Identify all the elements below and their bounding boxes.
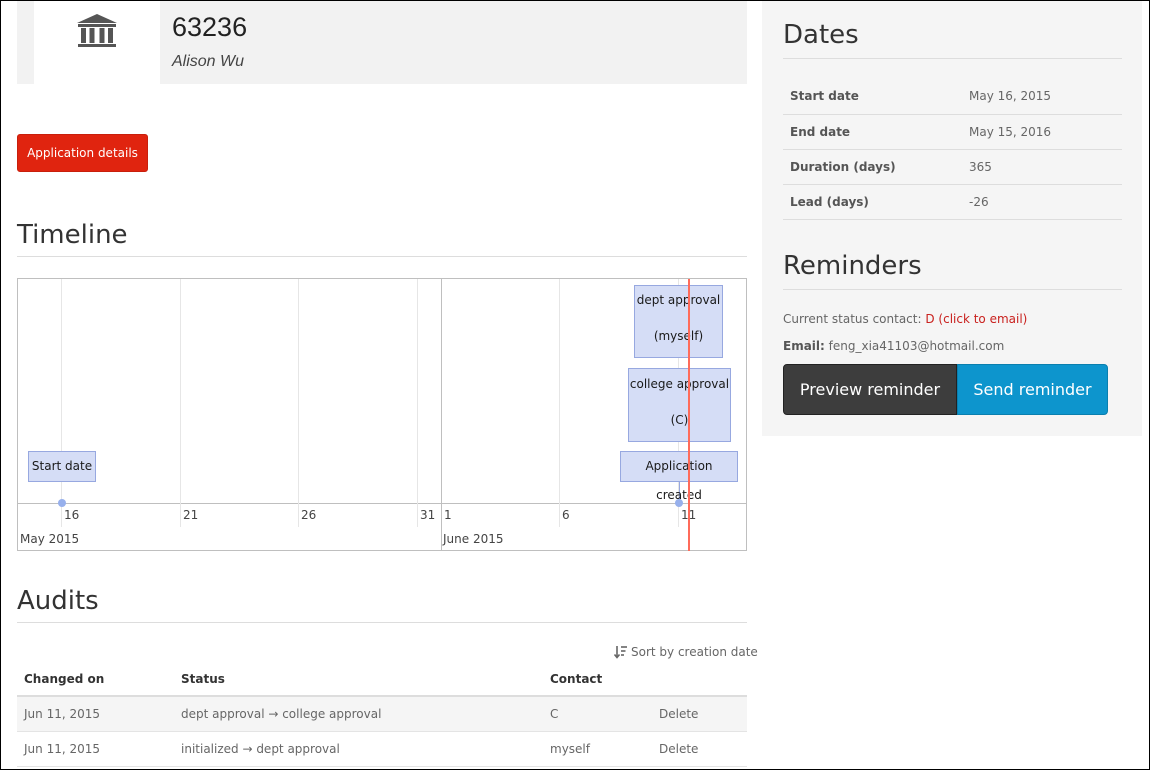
table-row: Jun 11, 2015 dept approval → college app… (17, 696, 747, 732)
date-value: 365 (962, 149, 1122, 185)
contact-email: Email: feng_xia41103@hotmail.com (783, 339, 1004, 353)
institution-icon (77, 14, 117, 47)
timeline-item-dept-approval[interactable]: dept approval (myself) (634, 285, 723, 358)
right-sidebar: Dates Start date May 16, 2015 End date M… (762, 0, 1142, 436)
dates-table: Start date May 16, 2015 End date May 15,… (783, 79, 1122, 220)
timeline-item-label: Application created (645, 459, 713, 502)
timeline-item-sublabel: (C) (670, 413, 689, 427)
timeline-item-start-date[interactable]: Start date (28, 451, 96, 482)
contact-link[interactable]: myself (543, 731, 652, 767)
email-label: Email: (783, 339, 825, 353)
date-value: May 16, 2015 (962, 79, 1122, 115)
axis-tick (180, 503, 181, 527)
dates-row: Duration (days) 365 (783, 149, 1122, 185)
date-label: Lead (days) (783, 184, 962, 220)
preview-reminder-button[interactable]: Preview reminder (783, 364, 957, 415)
timeline-item-label: Start date (31, 459, 93, 473)
column-header-status[interactable]: Status (174, 663, 543, 697)
date-label: End date (783, 114, 962, 150)
axis-month-label: May 2015 (20, 532, 80, 546)
audits-heading: Audits (17, 586, 747, 623)
axis-tick (417, 503, 418, 527)
column-header-contact[interactable]: Contact (543, 663, 652, 697)
current-status-contact: Current status contact: D (click to emai… (783, 312, 1027, 326)
axis-tick (559, 503, 560, 527)
timeline-axis (18, 503, 746, 504)
applicant-name: Alison Wu (172, 53, 245, 70)
delete-link[interactable]: Delete (652, 731, 747, 767)
gridline (417, 279, 418, 503)
sort-descending-icon (614, 646, 627, 659)
changed-on-cell: Jun 11, 2015 (17, 731, 174, 767)
delete-link[interactable]: Delete (652, 696, 747, 732)
audits-table: Changed on Status Contact Jun 11, 2015 d… (17, 663, 747, 767)
gridline (298, 279, 299, 503)
changed-on-cell: Jun 11, 2015 (17, 696, 174, 732)
status-cell: dept approval → college approval (174, 696, 543, 732)
axis-day-label: 6 (562, 508, 570, 522)
application-details-button[interactable]: Application details (17, 134, 148, 172)
current-time-marker (688, 279, 690, 551)
date-value: -26 (962, 184, 1122, 220)
application-number: 63236 (172, 12, 248, 42)
column-header-actions (652, 663, 747, 697)
axis-day-label: 26 (301, 508, 317, 522)
axis-day-label: 16 (64, 508, 80, 522)
date-label: Duration (days) (783, 149, 962, 185)
timeline-heading: Timeline (17, 220, 747, 257)
status-cell: initialized → dept approval (174, 731, 543, 767)
timeline-chart[interactable]: 16 21 26 31 1 6 11 May 2015 June 2015 St… (17, 278, 747, 551)
email-value: feng_xia41103@hotmail.com (828, 339, 1005, 353)
timeline-item-label: dept approval (636, 293, 721, 307)
dates-heading: Dates (783, 20, 1122, 59)
contact-label: Current status contact: (783, 312, 922, 326)
table-header-row: Changed on Status Contact (17, 663, 747, 697)
timeline-point (58, 499, 66, 507)
dates-row: End date May 15, 2016 (783, 114, 1122, 150)
timeline-point (675, 499, 683, 507)
send-reminder-button[interactable]: Send reminder (957, 364, 1108, 415)
sort-by-creation-date-link[interactable]: Sort by creation date (614, 645, 758, 659)
axis-month-label: June 2015 (443, 532, 504, 546)
contact-link[interactable]: C (543, 696, 652, 732)
date-label: Start date (783, 79, 962, 115)
timeline-item-label: college approval (629, 377, 730, 391)
gridline (180, 279, 181, 503)
timeline-item-sublabel: (myself) (653, 329, 704, 343)
axis-day-label: 21 (183, 508, 199, 522)
table-row: Jun 11, 2015 initialized → dept approval… (17, 731, 747, 767)
gridline (559, 279, 560, 503)
column-header-changed-on[interactable]: Changed on (17, 663, 174, 697)
reminders-heading: Reminders (783, 251, 1122, 290)
timeline-item-application-created[interactable]: Application created (620, 451, 738, 502)
sort-label: Sort by creation date (631, 645, 758, 659)
month-divider (441, 279, 442, 551)
institution-icon-box (34, 0, 160, 95)
dates-row: Lead (days) -26 (783, 184, 1122, 220)
dates-row: Start date May 16, 2015 (783, 79, 1122, 115)
date-value: May 15, 2016 (962, 114, 1122, 150)
axis-day-label: 31 (420, 508, 436, 522)
axis-day-label: 1 (444, 508, 452, 522)
axis-tick (298, 503, 299, 527)
contact-email-link[interactable]: D (click to email) (925, 312, 1027, 326)
timeline-item-college-approval[interactable]: college approval (C) (628, 368, 731, 442)
